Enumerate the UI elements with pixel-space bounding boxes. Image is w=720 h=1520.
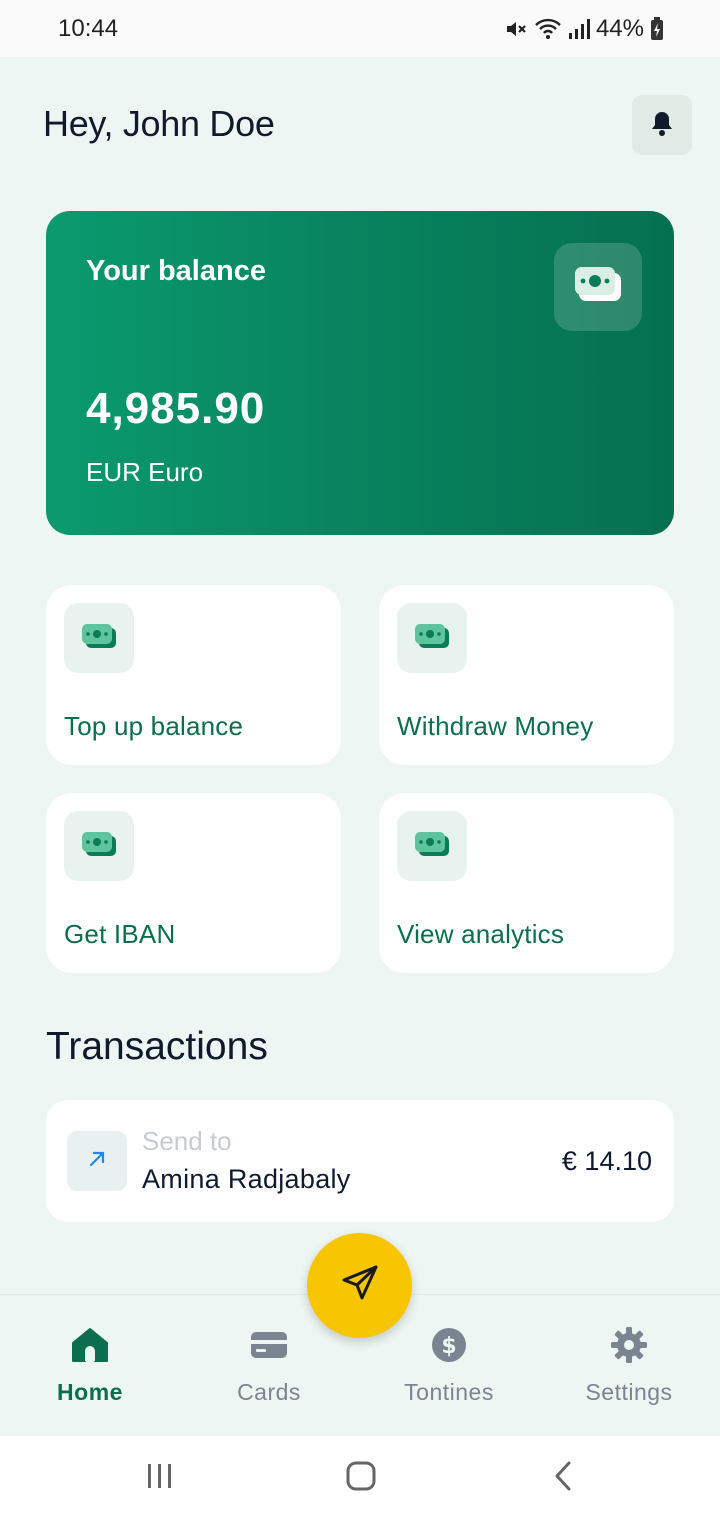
status-bar: 10:44 44%	[0, 0, 720, 57]
money-icon	[81, 830, 117, 863]
nav-item-home[interactable]: Home	[0, 1295, 180, 1437]
screen: 10:44 44% Hey, John Doe Your balance 4,9…	[0, 0, 720, 1520]
nav-label: Settings	[585, 1379, 673, 1405]
action-label: Get IBAN	[64, 919, 176, 949]
nav-label: Tontines	[404, 1379, 494, 1405]
send-money-fab[interactable]	[307, 1233, 412, 1338]
transaction-type: Send to	[142, 1126, 232, 1156]
get-iban-button[interactable]: Get IBAN	[46, 793, 341, 973]
balance-card: Your balance 4,985.90 EUR Euro	[46, 211, 674, 535]
money-icon	[81, 622, 117, 655]
action-label: Top up balance	[64, 711, 244, 741]
bell-icon	[650, 110, 674, 141]
nav-item-settings[interactable]: Settings	[539, 1295, 719, 1437]
home-icon	[71, 1325, 109, 1365]
dollar-icon: $	[431, 1325, 467, 1365]
transaction-icon-container	[67, 1131, 127, 1191]
nav-label: Cards	[237, 1379, 301, 1405]
transactions-title: Transactions	[46, 1025, 268, 1068]
transaction-recipient: Amina Radjabaly	[142, 1164, 351, 1194]
nav-label: Home	[57, 1379, 123, 1405]
greeting: Hey, John Doe	[43, 103, 275, 144]
money-icon	[414, 830, 450, 863]
balance-icon-container	[554, 243, 642, 331]
back-icon	[553, 1461, 573, 1496]
money-icon	[414, 622, 450, 655]
send-icon	[340, 1263, 380, 1308]
status-icons: 44%	[504, 15, 664, 43]
svg-text:$: $	[441, 1334, 456, 1359]
wifi-icon	[534, 17, 562, 41]
balance-currency: EUR Euro	[86, 457, 204, 487]
transaction-amount: € 14.10	[561, 1146, 652, 1176]
card-icon	[250, 1325, 288, 1365]
mute-icon	[504, 17, 528, 41]
home-circle-icon	[346, 1461, 376, 1496]
action-label: Withdraw Money	[397, 711, 594, 741]
back-button[interactable]	[541, 1456, 585, 1500]
status-time: 10:44	[58, 14, 119, 42]
recents-icon	[146, 1463, 174, 1494]
system-home-button[interactable]	[339, 1456, 383, 1500]
transaction-item[interactable]: Send to Amina Radjabaly € 14.10	[46, 1100, 674, 1222]
notifications-button[interactable]	[632, 95, 692, 155]
withdraw-money-button[interactable]: Withdraw Money	[379, 585, 674, 765]
signal-icon	[568, 18, 590, 40]
system-nav-bar	[0, 1436, 720, 1520]
view-analytics-button[interactable]: View analytics	[379, 793, 674, 973]
battery-text: 44%	[595, 14, 644, 42]
action-icon-container	[64, 603, 134, 673]
balance-amount: 4,985.90	[86, 384, 266, 433]
recents-button[interactable]	[138, 1456, 182, 1500]
app-content: Hey, John Doe Your balance 4,985.90 EUR …	[0, 57, 720, 1436]
balance-label: Your balance	[86, 255, 266, 287]
money-icon	[573, 265, 623, 310]
action-icon-container	[64, 811, 134, 881]
top-up-balance-button[interactable]: Top up balance	[46, 585, 341, 765]
action-icon-container	[397, 603, 467, 673]
arrow-up-right-icon	[87, 1149, 107, 1174]
gear-icon	[610, 1325, 648, 1365]
battery-icon	[650, 16, 664, 41]
action-label: View analytics	[397, 919, 565, 949]
action-icon-container	[397, 811, 467, 881]
